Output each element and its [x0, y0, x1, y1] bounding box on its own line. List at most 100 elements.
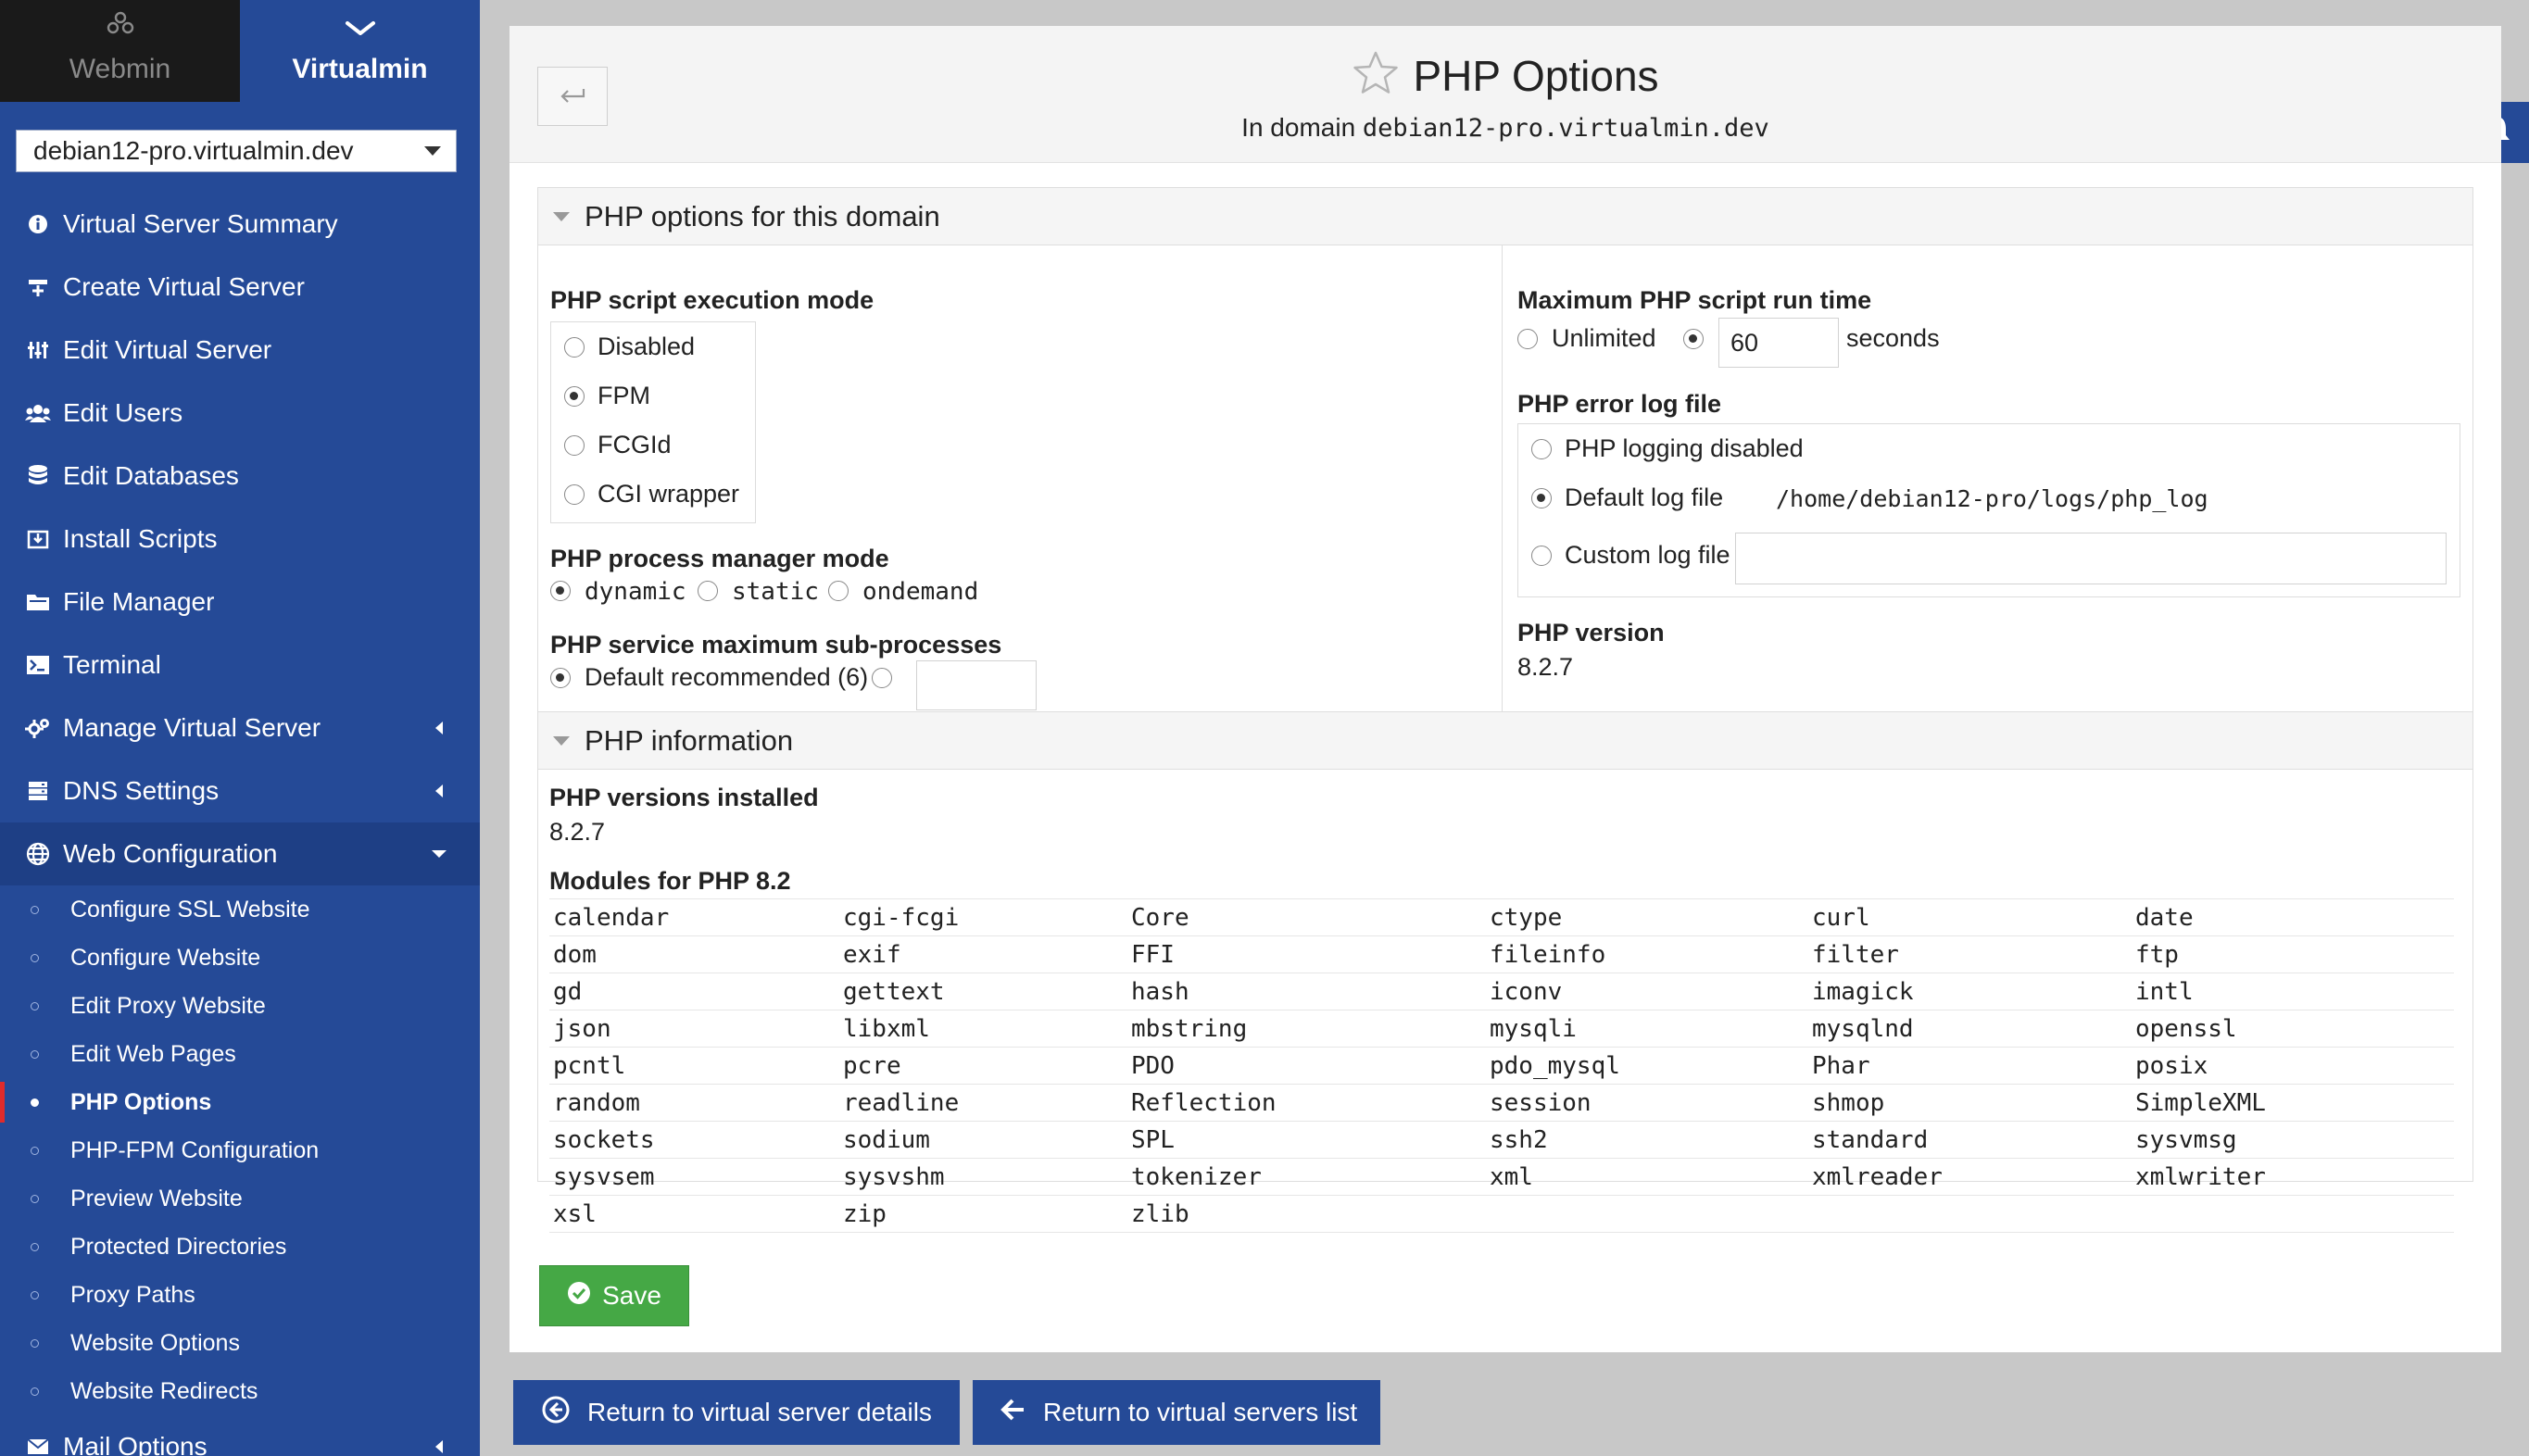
error-log-label: PHP error log file [1517, 390, 1722, 418]
module-cell: SPL [1127, 1121, 1486, 1159]
sidebar-item-label: Manage Virtual Server [63, 713, 321, 742]
modules-label: Modules for PHP 8.2 [549, 867, 791, 895]
sidebar-item-install-scripts[interactable]: Install Scripts [0, 508, 480, 571]
sidebar-subitem-label: Edit Proxy Website [70, 992, 266, 1019]
domain-select-value: debian12-pro.virtualmin.dev [33, 136, 354, 165]
domain-select[interactable]: debian12-pro.virtualmin.dev [16, 130, 457, 172]
modules-table: calendar cgi-fcgi Core ctype curl date dom exif… [549, 898, 2454, 1233]
sidebar-item-manage-virtual-server[interactable]: Manage Virtual Server [0, 697, 480, 759]
exec-mode-radio-cgi-wrapper[interactable] [564, 484, 585, 505]
sidebar-subitem-edit-web-pages[interactable]: Edit Web Pages [0, 1030, 480, 1078]
subtitle-prefix: In domain [1241, 113, 1356, 142]
pm-mode-option-label: static [732, 578, 819, 606]
bullet-icon [31, 1291, 39, 1299]
exec-mode-radio-fpm[interactable] [564, 386, 585, 407]
max-sub-input[interactable] [916, 660, 1037, 710]
sidebar-subitem-php-fpm-configuration[interactable]: PHP-FPM Configuration [0, 1126, 480, 1174]
sliders-icon [24, 336, 52, 364]
pm-mode-radio-dynamic[interactable] [550, 581, 571, 601]
sidebar-item-mail-options[interactable]: Mail Options [0, 1415, 480, 1456]
sidebar-subitem-label: PHP Options [70, 1088, 212, 1115]
star-icon[interactable] [1352, 50, 1400, 101]
error-log-radio-default[interactable] [1531, 488, 1552, 508]
sidebar-subitem-preview-website[interactable]: Preview Website [0, 1174, 480, 1223]
caret-left-icon [435, 722, 443, 734]
bullet-icon [31, 954, 39, 962]
sidebar-subitem-edit-proxy-website[interactable]: Edit Proxy Website [0, 982, 480, 1030]
save-button[interactable]: Save [539, 1265, 689, 1326]
module-cell: xmlwriter [2132, 1158, 2454, 1196]
pm-mode-option-label: dynamic [585, 578, 686, 606]
module-cell: hash [1127, 973, 1486, 1010]
exec-mode-option-label: Disabled [598, 333, 696, 360]
table-row: xsl zip zlib [549, 1195, 2454, 1233]
exec-mode-radio-disabled[interactable] [564, 337, 585, 358]
info-icon [24, 210, 52, 238]
sidebar-subitem-configure-website[interactable]: Configure Website [0, 934, 480, 982]
envelope-icon [24, 1433, 52, 1456]
module-cell: mysqlnd [1808, 1010, 2132, 1048]
sidebar-item-virtual-server-summary[interactable]: Virtual Server Summary [0, 193, 480, 256]
error-log-custom-input[interactable] [1735, 533, 2447, 584]
pm-mode-option-label: ondemand [862, 578, 979, 606]
module-cell: json [549, 1010, 839, 1048]
tab-virtualmin[interactable]: Virtualmin [240, 0, 480, 102]
sidebar-subitem-website-options[interactable]: Website Options [0, 1319, 480, 1367]
check-circle-icon [567, 1281, 591, 1312]
module-cell: zlib [1127, 1195, 1486, 1233]
module-cell: readline [839, 1084, 1127, 1122]
sidebar-subitem-website-redirects[interactable]: Website Redirects [0, 1367, 480, 1415]
return-to-details-button[interactable]: Return to virtual server details [513, 1380, 960, 1445]
sidebar-subitem-php-options[interactable]: PHP Options [0, 1078, 480, 1126]
subtitle-domain: debian12-pro.virtualmin.dev [1362, 114, 1769, 143]
page-header: PHP Options In domain debian12-pro.virtu… [510, 26, 2501, 163]
exec-mode-label: PHP script execution mode [550, 286, 874, 314]
module-cell: Phar [1808, 1047, 2132, 1085]
module-cell: sysvshm [839, 1158, 1127, 1196]
exec-mode-radio-fcgid[interactable] [564, 435, 585, 456]
return-to-list-button[interactable]: Return to virtual servers list [973, 1380, 1380, 1445]
sidebar-item-web-configuration[interactable]: Web Configuration [0, 822, 480, 885]
tab-webmin[interactable]: Webmin [0, 0, 240, 102]
php-options-section-header[interactable]: PHP options for this domain [538, 188, 2472, 245]
sidebar-item-edit-virtual-server[interactable]: Edit Virtual Server [0, 319, 480, 382]
sidebar-subitem-protected-directories[interactable]: Protected Directories [0, 1223, 480, 1271]
max-runtime-radio-custom[interactable] [1683, 329, 1704, 349]
sidebar-item-dns-settings[interactable]: DNS Settings [0, 759, 480, 822]
error-log-radio-disabled[interactable] [1531, 439, 1552, 459]
php-information-section-header[interactable]: PHP information [538, 712, 2472, 770]
module-cell: filter [1808, 935, 2132, 973]
max-runtime-input[interactable]: 60 [1718, 318, 1839, 368]
sidebar-subitem-configure-ssl-website[interactable]: Configure SSL Website [0, 885, 480, 934]
pm-mode-radio-ondemand[interactable] [828, 581, 849, 601]
error-log-default-label: Default log file [1565, 483, 1724, 511]
sidebar-subitem-proxy-paths[interactable]: Proxy Paths [0, 1271, 480, 1319]
max-sub-radio-custom[interactable] [872, 668, 892, 688]
globe-icon [24, 840, 52, 868]
sidebar-item-label: Edit Users [63, 398, 183, 427]
sidebar-item-file-manager[interactable]: File Manager [0, 571, 480, 634]
bullet-icon [31, 906, 39, 914]
max-sub-radio-default[interactable] [550, 668, 571, 688]
table-row: calendar cgi-fcgi Core ctype curl date [549, 898, 2454, 936]
sidebar-item-create-virtual-server[interactable]: Create Virtual Server [0, 256, 480, 319]
download-icon [24, 525, 52, 553]
module-cell: sodium [839, 1121, 1127, 1159]
sidebar-item-edit-databases[interactable]: Edit Databases [0, 445, 480, 508]
main-panel: PHP Options In domain debian12-pro.virtu… [510, 26, 2501, 1352]
module-cell: dom [549, 935, 839, 973]
sidebar-item-edit-users[interactable]: Edit Users [0, 382, 480, 445]
module-cell: gd [549, 973, 839, 1010]
pm-mode-label: PHP process manager mode [550, 545, 889, 572]
server-icon [24, 777, 52, 805]
sidebar-item-terminal[interactable]: Terminal [0, 634, 480, 697]
bullet-icon [31, 1002, 39, 1010]
sidebar-item-label: Mail Options [63, 1432, 208, 1456]
max-runtime-radio-unlimited[interactable] [1517, 329, 1538, 349]
caret-down-icon [432, 850, 447, 858]
module-cell: imagick [1808, 973, 2132, 1010]
module-cell: curl [1808, 898, 2132, 936]
error-log-radio-custom[interactable] [1531, 546, 1552, 566]
module-cell: sysvmsg [2132, 1121, 2454, 1159]
pm-mode-radio-static[interactable] [698, 581, 718, 601]
